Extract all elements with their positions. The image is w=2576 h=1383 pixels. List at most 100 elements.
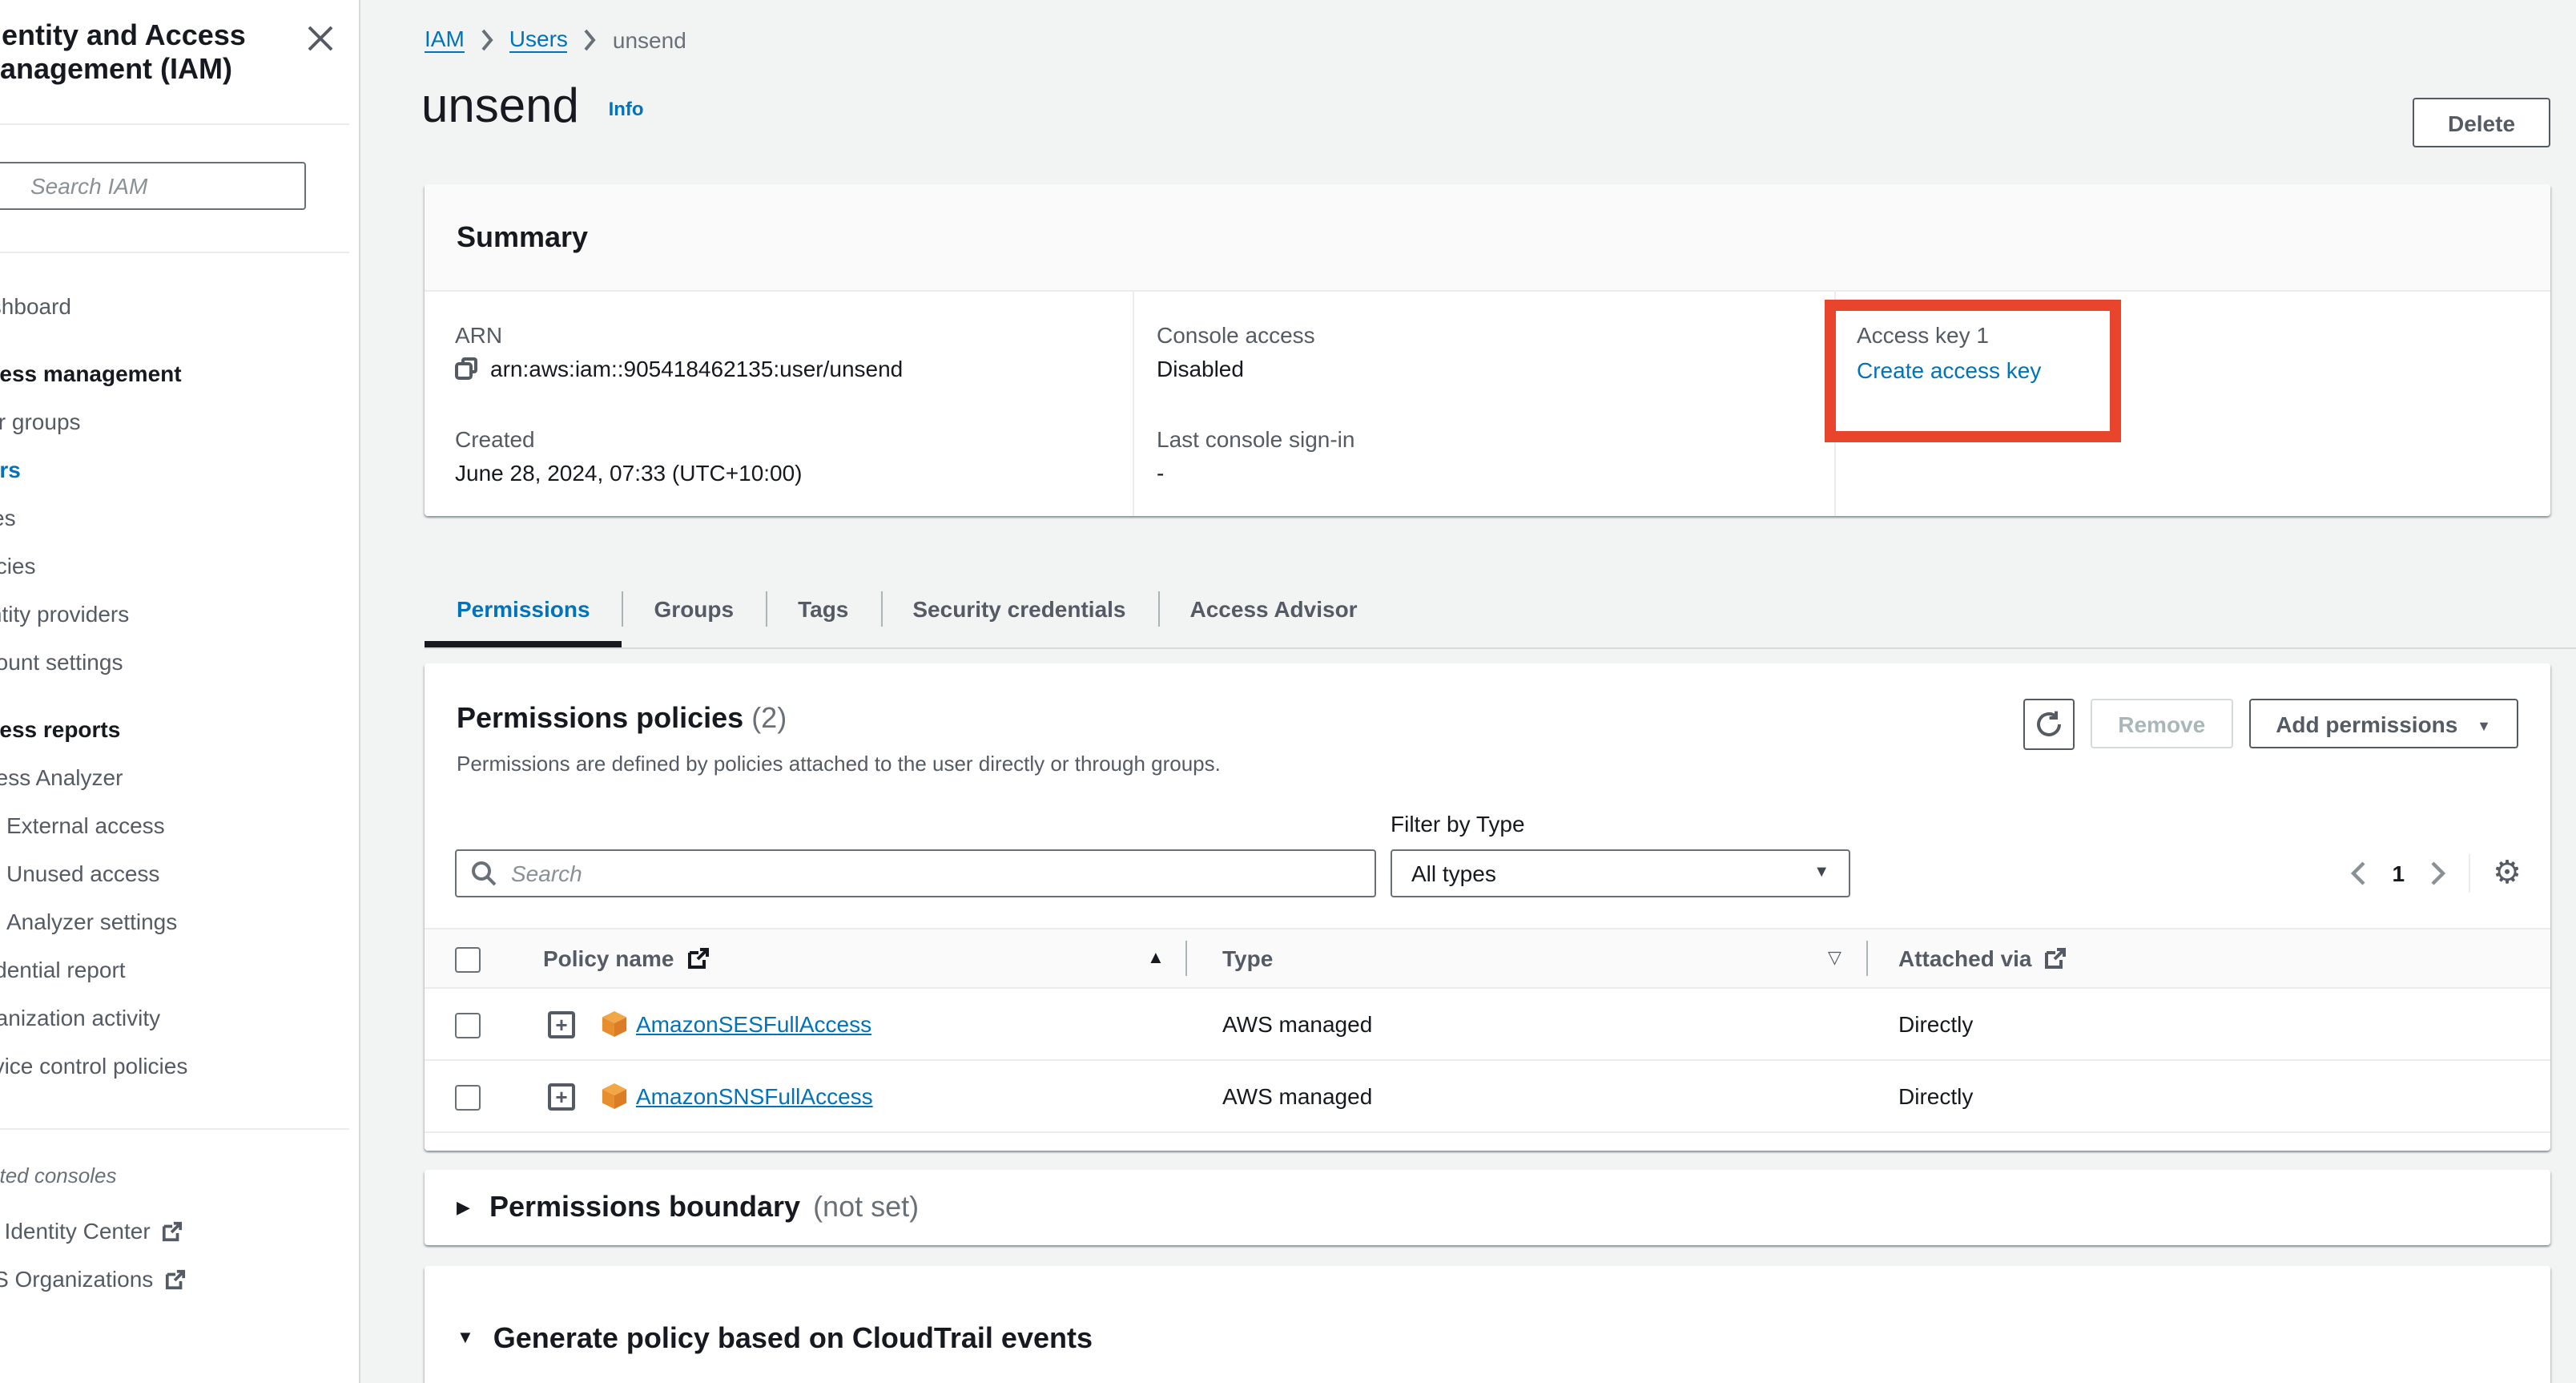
caret-down-icon: ▼ bbox=[1813, 851, 1829, 896]
sidebar-item-dashboard[interactable]: Dashboard bbox=[0, 282, 359, 330]
remove-button[interactable]: Remove bbox=[2091, 699, 2232, 748]
row-checkbox[interactable] bbox=[455, 1013, 481, 1038]
sidebar-item-roles[interactable]: Roles bbox=[0, 494, 359, 542]
table-row: + AmazonSESFullAccess AWS managed Direct… bbox=[425, 989, 2550, 1061]
expand-policy-icon[interactable]: + bbox=[548, 1083, 575, 1111]
pagination: 1 ⚙ bbox=[2351, 849, 2522, 897]
sidebar-link-aws-organizations[interactable]: AWS Organizations bbox=[0, 1255, 359, 1303]
type-filter-select[interactable]: All types ▼ bbox=[1391, 849, 1850, 897]
tab-access-advisor[interactable]: Access Advisor bbox=[1158, 572, 1390, 646]
column-header-type[interactable]: Type bbox=[1222, 929, 1273, 987]
external-link-icon bbox=[2045, 947, 2067, 970]
create-access-key-link[interactable]: Create access key bbox=[1857, 357, 2041, 383]
breadcrumb: IAM Users unsend bbox=[425, 26, 686, 53]
managed-policy-icon bbox=[601, 1010, 628, 1038]
column-label: Attached via bbox=[1898, 929, 2032, 987]
sidebar-item-service-control-policies[interactable]: Service control policies bbox=[0, 1042, 359, 1090]
delete-button[interactable]: Delete bbox=[2413, 98, 2550, 147]
generate-policy-title: Generate policy based on CloudTrail even… bbox=[493, 1321, 1093, 1355]
summary-card: Summary ARN arn:aws:iam::905418462135:us… bbox=[425, 184, 2550, 516]
permissions-policies-count: (2) bbox=[751, 702, 787, 734]
search-iam-input[interactable] bbox=[0, 162, 306, 210]
summary-body: ARN arn:aws:iam::905418462135:user/unsen… bbox=[425, 292, 2550, 516]
page-number[interactable]: 1 bbox=[2393, 861, 2405, 886]
created-label: Created bbox=[455, 426, 1133, 452]
permissions-policies-card: Permissions policies (2) Permissions are… bbox=[425, 663, 2550, 1151]
sidebar-section-access-reports[interactable]: Access reports bbox=[0, 705, 359, 753]
chevron-right-icon bbox=[481, 28, 493, 50]
permissions-actions: Remove Add permissions ▼ bbox=[2023, 699, 2518, 750]
policy-link[interactable]: AmazonSESFullAccess bbox=[636, 989, 871, 1059]
sidebar-item-users[interactable]: Users bbox=[0, 446, 359, 494]
table-header-row: Policy name ▲ Type ▽ Attached via bbox=[425, 928, 2550, 989]
generate-policy-card[interactable]: ▼ Generate policy based on CloudTrail ev… bbox=[425, 1266, 2550, 1383]
sidebar-item-policies[interactable]: Policies bbox=[0, 542, 359, 590]
column-header-policy-name[interactable]: Policy name bbox=[543, 929, 709, 987]
collapse-down-icon[interactable]: ▼ bbox=[457, 1329, 474, 1348]
summary-column-console: Console access Disabled Last console sig… bbox=[1133, 292, 1834, 516]
tab-groups[interactable]: Groups bbox=[622, 572, 767, 646]
sort-none-icon[interactable]: ▽ bbox=[1828, 929, 1841, 987]
select-all-checkbox[interactable] bbox=[455, 947, 481, 973]
info-link[interactable]: Info bbox=[609, 98, 644, 120]
policy-link[interactable]: AmazonSNSFullAccess bbox=[636, 1061, 873, 1131]
previous-page-icon[interactable] bbox=[2351, 861, 2367, 886]
sidebar-divider bbox=[0, 252, 349, 253]
column-divider bbox=[1866, 941, 1868, 976]
type-filter-value: All types bbox=[1411, 861, 1496, 886]
tab-permissions[interactable]: Permissions bbox=[425, 572, 622, 646]
settings-gear-icon[interactable]: ⚙ bbox=[2493, 857, 2522, 889]
sidebar: Identity and Access Management (IAM) Das… bbox=[0, 0, 360, 1383]
sidebar-item-user-groups[interactable]: User groups bbox=[0, 397, 359, 446]
permissions-boundary-card[interactable]: ▶ Permissions boundary (not set) bbox=[425, 1170, 2550, 1245]
summary-column-arn: ARN arn:aws:iam::905418462135:user/unsen… bbox=[425, 292, 1133, 516]
page-title-row: unsend Info bbox=[421, 80, 644, 135]
add-permissions-label: Add permissions bbox=[2276, 711, 2457, 736]
external-link-icon bbox=[686, 947, 709, 970]
sort-ascending-icon[interactable]: ▲ bbox=[1147, 929, 1165, 987]
permissions-boundary-title: Permissions boundary bbox=[489, 1191, 800, 1224]
policy-attached-via: Directly bbox=[1898, 989, 1973, 1059]
column-label: Policy name bbox=[543, 929, 674, 987]
sidebar-link-iam-identity-center[interactable]: IAM Identity Center bbox=[0, 1207, 359, 1255]
tab-security-credentials[interactable]: Security credentials bbox=[880, 572, 1157, 646]
copy-icon[interactable] bbox=[455, 357, 477, 380]
policy-search-input[interactable] bbox=[455, 849, 1376, 897]
tab-tags[interactable]: Tags bbox=[766, 572, 880, 646]
breadcrumb-current: unsend bbox=[613, 26, 686, 52]
policies-table: Policy name ▲ Type ▽ Attached via bbox=[425, 928, 2550, 1133]
sidebar-item-account-settings[interactable]: Account settings bbox=[0, 638, 359, 686]
last-signin-label: Last console sign-in bbox=[1157, 426, 1834, 452]
sidebar-search bbox=[0, 162, 306, 210]
column-header-attached-via[interactable]: Attached via bbox=[1898, 929, 2067, 987]
expand-right-icon[interactable]: ▶ bbox=[457, 1197, 470, 1218]
sidebar-item-organization-activity[interactable]: Organization activity bbox=[0, 994, 359, 1042]
breadcrumb-users[interactable]: Users bbox=[509, 26, 568, 53]
iam-console-page: Identity and Access Management (IAM) Das… bbox=[0, 0, 2576, 1383]
sidebar-item-unused-access[interactable]: Unused access bbox=[0, 849, 359, 897]
policy-attached-via: Directly bbox=[1898, 1061, 1973, 1131]
sidebar-item-credential-report[interactable]: Credential report bbox=[0, 946, 359, 994]
add-permissions-button[interactable]: Add permissions ▼ bbox=[2248, 699, 2518, 748]
sidebar-section-access-management[interactable]: Access management bbox=[0, 349, 359, 397]
sidebar-item-identity-providers[interactable]: Identity providers bbox=[0, 590, 359, 638]
next-page-icon[interactable] bbox=[2430, 861, 2446, 886]
external-link-icon bbox=[164, 1268, 185, 1289]
arn-value: arn:aws:iam::905418462135:user/unsend bbox=[490, 356, 903, 381]
sidebar-item-analyzer-settings[interactable]: Analyzer settings bbox=[0, 897, 359, 946]
created-value: June 28, 2024, 07:33 (UTC+10:00) bbox=[455, 460, 1133, 486]
managed-policy-icon bbox=[601, 1082, 628, 1111]
breadcrumb-iam[interactable]: IAM bbox=[425, 26, 465, 53]
row-checkbox[interactable] bbox=[455, 1085, 481, 1111]
sidebar-item-access-analyzer[interactable]: Access Analyzer bbox=[0, 753, 359, 801]
expand-policy-icon[interactable]: + bbox=[548, 1011, 575, 1038]
policy-type: AWS managed bbox=[1222, 1061, 1372, 1131]
link-label: IAM Identity Center bbox=[0, 1207, 151, 1255]
sidebar-item-external-access[interactable]: External access bbox=[0, 801, 359, 849]
close-icon[interactable] bbox=[308, 26, 333, 51]
refresh-button[interactable] bbox=[2023, 699, 2075, 750]
table-row: + AmazonSNSFullAccess AWS managed Direct… bbox=[425, 1061, 2550, 1133]
caret-down-icon: ▼ bbox=[2477, 717, 2491, 733]
sidebar-divider bbox=[0, 1128, 349, 1130]
summary-column-access-key: Access key 1 Create access key bbox=[1834, 292, 2550, 516]
